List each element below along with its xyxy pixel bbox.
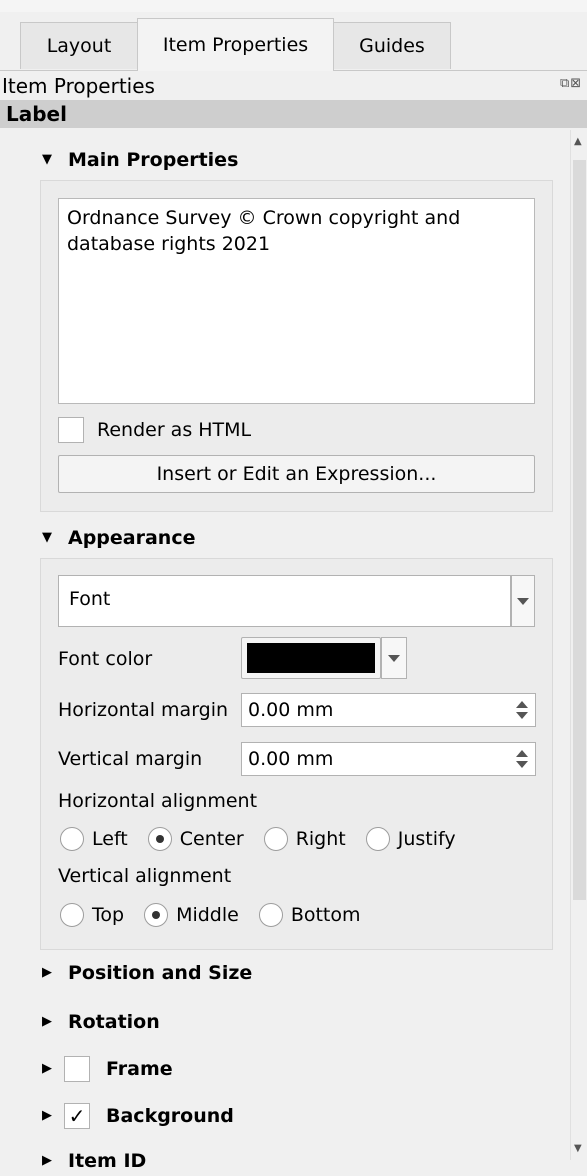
radio-label: Left [92, 828, 128, 850]
tab-label: Layout [46, 35, 112, 57]
horizontal-margin-spinbox[interactable]: 0.00 mm [241, 693, 536, 727]
section-item-id[interactable]: ▶ Item ID [42, 1146, 146, 1176]
collapsed-triangle-icon: ▶ [42, 1014, 52, 1029]
render-html-label: Render as HTML [97, 419, 252, 441]
vertical-margin-spinbox[interactable]: 0.00 mm [241, 742, 536, 776]
radio-left[interactable]: Left [60, 827, 128, 851]
collapsed-triangle-icon: ▶ [42, 1153, 52, 1168]
font-button-label: Font [69, 588, 111, 610]
radio-circle [263, 827, 288, 851]
tab-label: Guides [359, 35, 425, 57]
radio-justify[interactable]: Justify [365, 827, 456, 851]
render-html-checkbox[interactable] [58, 417, 84, 443]
horizontal-margin-label: Horizontal margin [58, 699, 229, 721]
radio-label: Center [179, 828, 244, 850]
section-title: Item ID [68, 1150, 147, 1172]
scroll-up-icon[interactable]: ▲ [574, 136, 582, 147]
expanded-triangle-icon: ▼ [42, 530, 52, 545]
spin-arrows-icon[interactable] [515, 700, 529, 722]
radio-label: Middle [176, 904, 239, 926]
scroll-thumb[interactable] [573, 160, 586, 900]
section-title: Appearance [68, 527, 196, 549]
radio-middle[interactable]: Middle [144, 903, 239, 927]
section-rotation[interactable]: ▶ Rotation [42, 1007, 160, 1037]
tab-guides[interactable]: Guides [333, 22, 451, 69]
section-frame[interactable]: ▶ Frame [42, 1054, 173, 1084]
chevron-down-icon [517, 597, 529, 605]
radio-center[interactable]: Center [147, 827, 244, 851]
radio-label: Bottom [290, 904, 361, 926]
radio-circle [144, 903, 169, 927]
radio-circle [60, 827, 84, 851]
radio-right[interactable]: Right [263, 827, 346, 851]
section-title: Frame [106, 1058, 173, 1080]
section-title: Rotation [68, 1011, 160, 1033]
font-menu-arrow[interactable] [511, 575, 535, 627]
radio-top[interactable]: Top [60, 903, 124, 927]
top-strip [0, 0, 587, 12]
vertical-alignment-label: Vertical alignment [58, 865, 232, 887]
radio-circle [60, 903, 84, 927]
item-type-header: Label [0, 100, 587, 128]
spinbox-value: 0.00 mm [248, 699, 334, 721]
font-color-menu-arrow[interactable] [381, 637, 407, 679]
vertical-margin-label: Vertical margin [58, 748, 203, 770]
spin-arrows-icon[interactable] [515, 749, 529, 771]
tab-layout[interactable]: Layout [20, 22, 138, 69]
panel-title: Item Properties [2, 74, 155, 98]
radio-circle [365, 827, 390, 851]
float-dock-icon[interactable]: ⧉⊠ [560, 76, 582, 91]
radio-circle [147, 827, 172, 851]
font-color-label: Font color [58, 648, 153, 670]
button-label: Insert or Edit an Expression... [156, 463, 437, 485]
spinbox-value: 0.00 mm [248, 748, 334, 770]
section-title: Main Properties [68, 149, 239, 171]
vertical-alignment-group: Top Middle Bottom [60, 900, 381, 930]
label-text-editor[interactable]: Ordnance Survey © Crown copyright and da… [58, 198, 535, 404]
insert-expression-button[interactable]: Insert or Edit an Expression... [58, 455, 535, 493]
section-position-size[interactable]: ▶ Position and Size [42, 958, 252, 988]
tab-label: Item Properties [162, 34, 309, 56]
background-checkbox[interactable]: ✓ [64, 1103, 90, 1129]
collapsed-triangle-icon: ▶ [42, 1108, 52, 1123]
font-color-swatch [247, 643, 375, 673]
section-appearance[interactable]: ▼ Appearance [42, 523, 195, 553]
font-color-button[interactable] [241, 637, 381, 679]
scroll-down-icon[interactable]: ▼ [574, 1143, 582, 1154]
horizontal-alignment-label: Horizontal alignment [58, 790, 258, 812]
radio-label: Justify [397, 828, 456, 850]
chevron-down-icon [388, 654, 400, 662]
radio-label: Top [92, 904, 125, 926]
radio-circle [258, 903, 283, 927]
tab-bar: Layout Item Properties Guides [0, 18, 587, 71]
section-main-properties[interactable]: ▼ Main Properties [42, 145, 238, 175]
radio-bottom[interactable]: Bottom [258, 903, 361, 927]
section-title: Position and Size [68, 962, 253, 984]
expanded-triangle-icon: ▼ [42, 152, 52, 167]
scrollbar[interactable]: ▲ ▼ [570, 130, 587, 1160]
font-button[interactable]: Font [58, 575, 511, 627]
item-type-label: Label [6, 102, 67, 126]
horizontal-alignment-group: Left Center Right Justify [60, 824, 476, 854]
collapsed-triangle-icon: ▶ [42, 1061, 52, 1076]
frame-checkbox[interactable] [64, 1056, 90, 1082]
radio-label: Right [295, 828, 346, 850]
section-title: Background [106, 1105, 234, 1127]
section-background[interactable]: ▶ ✓ Background [42, 1101, 234, 1131]
tab-item-properties[interactable]: Item Properties [137, 18, 334, 71]
collapsed-triangle-icon: ▶ [42, 965, 52, 980]
